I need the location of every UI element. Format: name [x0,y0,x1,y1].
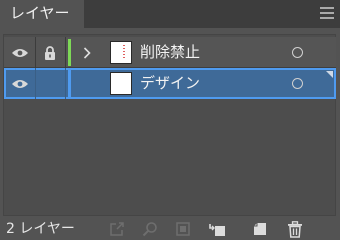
layer-count: 2 レイヤー [6,221,75,237]
export-icon[interactable] [108,220,126,238]
make-clipping-mask-icon[interactable] [174,220,192,238]
layer-row[interactable]: 削除禁止 [4,37,336,68]
panel-tab-bar: レイヤー [0,0,340,29]
chevron-right-icon[interactable] [78,37,96,68]
lock-icon[interactable] [38,37,62,68]
target-circle-icon[interactable] [292,47,303,58]
layer-color-indicator [68,70,71,97]
target-circle-icon[interactable] [292,78,303,89]
trash-icon[interactable] [286,220,304,238]
new-layer-icon[interactable] [251,220,269,238]
layer-color-indicator [68,39,71,66]
tab-layers[interactable]: レイヤー [0,0,84,29]
lock-toggle-empty[interactable] [38,68,62,99]
panel-footer: 2 レイヤー [0,218,340,240]
search-icon[interactable] [141,220,159,238]
layer-thumbnail [110,41,132,64]
layer-row-selected[interactable]: デザイン [4,68,336,99]
layer-name[interactable]: 削除禁止 [140,37,200,68]
layer-thumbnail [110,72,132,95]
hamburger-menu-icon[interactable] [320,7,334,19]
visibility-eye-icon[interactable] [8,68,32,99]
selection-corner-icon [326,71,333,78]
visibility-eye-icon[interactable] [8,37,32,68]
layer-name[interactable]: デザイン [140,68,200,99]
create-sublayer-icon[interactable] [208,220,226,238]
